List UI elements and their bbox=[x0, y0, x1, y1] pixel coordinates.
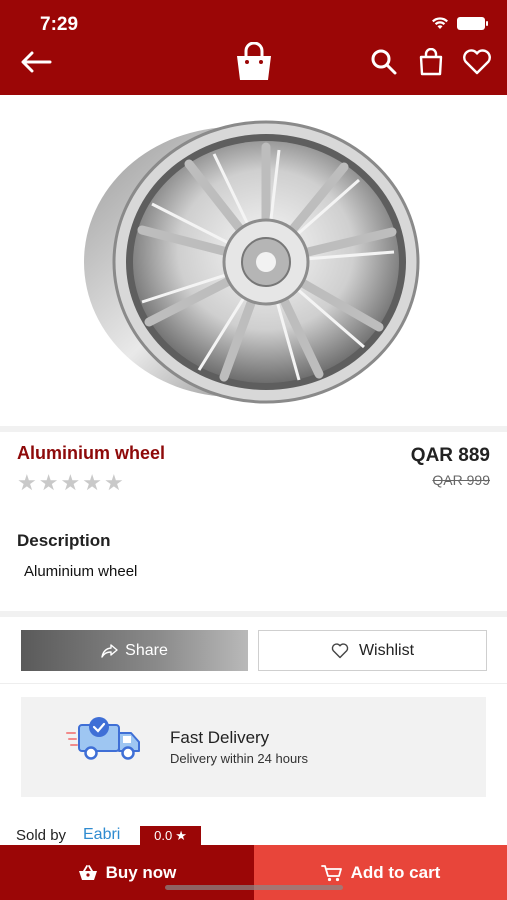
wishlist-button[interactable]: Wishlist bbox=[258, 630, 487, 671]
search-button[interactable] bbox=[366, 44, 402, 80]
buy-now-label: Buy now bbox=[105, 862, 177, 882]
description-heading: Description bbox=[17, 531, 111, 550]
home-indicator[interactable] bbox=[165, 885, 343, 890]
search-icon bbox=[371, 49, 397, 75]
seller-rating-value: 0.0 bbox=[154, 828, 173, 843]
wifi-icon bbox=[432, 17, 448, 29]
delivery-info-card: Fast Delivery Delivery within 24 hours bbox=[21, 697, 486, 797]
star-icon: ★ bbox=[175, 827, 187, 843]
wishlist-label: Wishlist bbox=[358, 641, 415, 659]
bottom-action-bar: Buy now Add to cart bbox=[0, 845, 507, 900]
star-icon: ★ bbox=[82, 470, 102, 495]
status-time: 7:29 bbox=[40, 14, 79, 35]
arrow-left-icon bbox=[21, 51, 52, 73]
heart-outline-icon bbox=[331, 642, 349, 658]
share-icon bbox=[101, 643, 118, 658]
product-price: QAR 889 bbox=[410, 445, 490, 466]
seller-rating-badge: 0.0 ★ bbox=[140, 826, 201, 845]
cart-button[interactable] bbox=[413, 44, 449, 80]
sold-by-label: Sold by bbox=[16, 827, 67, 844]
rating-stars[interactable]: ★ ★ ★ ★ ★ bbox=[17, 470, 124, 496]
favorites-button[interactable] bbox=[459, 44, 495, 80]
back-button[interactable] bbox=[18, 44, 54, 80]
battery-icon bbox=[457, 16, 488, 30]
share-button[interactable]: Share bbox=[21, 630, 248, 671]
star-icon: ★ bbox=[103, 470, 124, 495]
product-old-price: QAR 999 bbox=[432, 472, 490, 488]
description-text: Aluminium wheel bbox=[24, 563, 138, 580]
add-to-cart-label: Add to cart bbox=[350, 862, 441, 882]
buy-now-button[interactable]: Buy now bbox=[0, 845, 254, 900]
star-icon: ★ bbox=[38, 470, 59, 495]
star-icon: ★ bbox=[60, 470, 81, 495]
add-to-cart-button[interactable]: Add to cart bbox=[254, 845, 507, 900]
status-icons bbox=[431, 16, 488, 30]
delivery-title: Fast Delivery bbox=[170, 728, 270, 747]
shopping-bag-logo-icon bbox=[237, 42, 271, 80]
section-divider bbox=[0, 426, 507, 432]
star-icon: ★ bbox=[17, 470, 37, 495]
basket-icon bbox=[78, 864, 97, 880]
product-title: Aluminium wheel bbox=[17, 443, 166, 463]
app-header: 7:29 bbox=[0, 0, 507, 95]
heart-icon bbox=[463, 49, 491, 75]
product-image[interactable] bbox=[0, 95, 507, 428]
seller-link[interactable]: Eabri bbox=[83, 826, 120, 844]
delivery-subtitle: Delivery within 24 hours bbox=[170, 751, 309, 766]
section-divider bbox=[0, 611, 507, 617]
divider bbox=[0, 683, 507, 684]
wheel-image bbox=[83, 120, 419, 403]
cart-icon bbox=[320, 864, 342, 881]
product-detail-screen: 7:29 Aluminium wheel QAR 889 QAR 999 ★ ★… bbox=[0, 0, 507, 900]
shopping-bag-icon bbox=[419, 48, 443, 76]
delivery-truck-icon bbox=[66, 717, 140, 760]
share-label: Share bbox=[125, 641, 168, 659]
